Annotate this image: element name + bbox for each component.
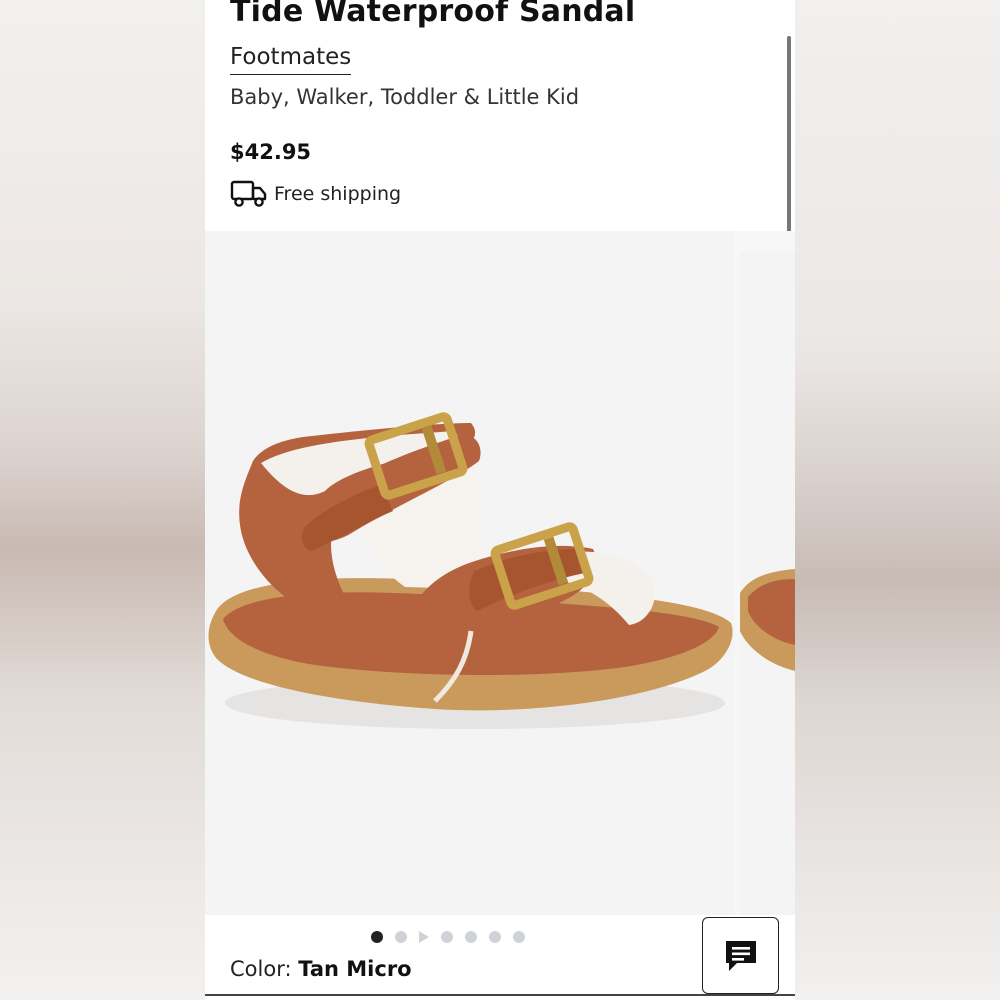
color-value: Tan Micro: [298, 957, 412, 981]
video-play-icon[interactable]: [419, 931, 429, 943]
color-label: Color:: [230, 957, 292, 981]
divider: [205, 994, 795, 996]
brand-link[interactable]: Footmates: [230, 44, 352, 75]
carousel-dot-4[interactable]: [441, 931, 453, 943]
sandal-image: [208, 412, 733, 729]
product-subtitle: Baby, Walker, Toddler & Little Kid: [230, 85, 580, 109]
image-carousel[interactable]: [205, 231, 795, 915]
carousel-dot-7[interactable]: [513, 931, 525, 943]
carousel-dot-1[interactable]: [371, 931, 383, 943]
background-left: [0, 0, 205, 1000]
chat-button[interactable]: [702, 917, 779, 994]
next-sandal-image: [740, 569, 795, 671]
carousel-dot-6[interactable]: [489, 931, 501, 943]
carousel-dot-2[interactable]: [395, 931, 407, 943]
chat-icon: [725, 940, 756, 971]
shipping-info: Free shipping: [230, 180, 401, 208]
product-price: $42.95: [230, 140, 312, 164]
product-image[interactable]: [205, 231, 735, 915]
background-right: [795, 0, 1000, 1000]
shipping-label: Free shipping: [274, 183, 402, 205]
truck-icon: [230, 180, 268, 208]
product-title: Tide Waterproof Sandal: [230, 0, 636, 29]
next-product-image[interactable]: [740, 251, 795, 915]
scrollbar[interactable]: [787, 36, 791, 244]
carousel-dot-5[interactable]: [465, 931, 477, 943]
product-page: Tide Waterproof Sandal Footmates Baby, W…: [205, 0, 795, 1000]
color-selection: Color: Tan Micro: [230, 957, 412, 981]
